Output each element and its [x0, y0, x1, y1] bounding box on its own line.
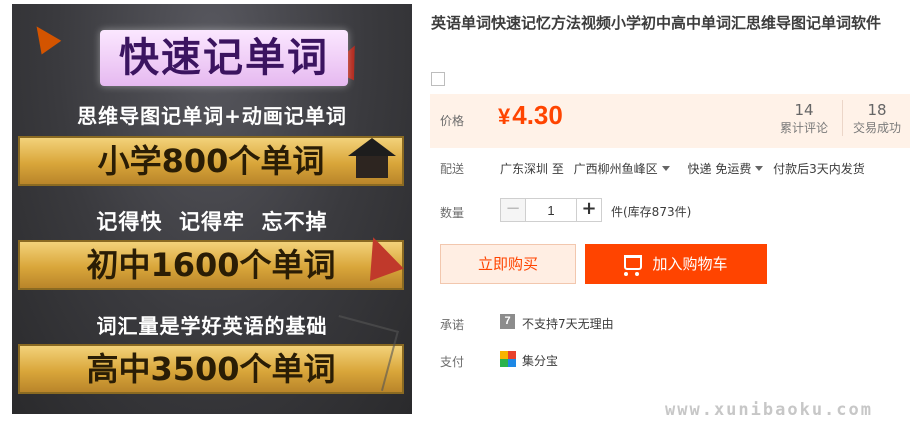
image-bar-1: 小学800个单词	[18, 136, 404, 186]
chevron-down-icon	[661, 166, 670, 171]
image-title: 快速记单词	[119, 35, 329, 81]
delivery-label: 配送	[440, 162, 465, 176]
pavilion-icon	[348, 138, 396, 178]
sales-label: 交易成功	[852, 121, 901, 135]
currency-symbol: ¥	[498, 104, 511, 129]
add-to-cart-label: 加入购物车	[652, 255, 728, 273]
delivery-row: 广东深圳 至 广西柳州鱼峰区 快递 免运费 付款后3天内发货	[500, 160, 865, 177]
image-line-1: 思维导图记单词+动画记单词	[77, 104, 347, 128]
delivery-from: 广东深圳 至	[500, 162, 564, 176]
reviews-count: 14	[794, 101, 814, 119]
shipping-method-select[interactable]: 快递 免运费	[688, 162, 770, 176]
sales-count: 18	[867, 101, 887, 119]
watermark: www.xunibaoku.com	[665, 400, 873, 420]
payment-method: 集分宝	[522, 354, 559, 368]
ship-time: 付款后3天内发货	[773, 162, 865, 176]
add-to-cart-button[interactable]: 加入购物车	[585, 244, 767, 284]
reviews-stat[interactable]: 14 累计评论	[770, 100, 838, 136]
image-bar-2-text: 初中1600个单词	[86, 246, 336, 284]
quantity-label: 数量	[440, 206, 465, 220]
price-label: 价格	[440, 114, 465, 128]
price-amount: 4.30	[512, 100, 563, 130]
price-value: ¥4.30	[498, 100, 563, 131]
no-return-icon: 7	[500, 314, 515, 329]
promise-text[interactable]: 不支持7天无理由	[522, 315, 614, 332]
image-title-banner: 快速记单词	[100, 30, 348, 86]
quantity-decrease-button[interactable]: −	[500, 198, 526, 222]
stock-info: 件(库存873件)	[611, 205, 692, 219]
product-image[interactable]: 快速记单词 思维导图记单词+动画记单词 小学800个单词 记得快 记得牢 忘不掉…	[12, 4, 412, 414]
payment-label: 支付	[440, 355, 465, 369]
image-bar-2: 初中1600个单词	[18, 240, 404, 290]
promise-label: 承诺	[440, 318, 465, 332]
quantity-input[interactable]	[525, 198, 577, 222]
delivery-destination: 广西柳州鱼峰区	[573, 162, 658, 176]
reviews-label: 累计评论	[779, 121, 828, 135]
cart-icon	[624, 255, 643, 276]
buy-now-button[interactable]: 立即购买	[440, 244, 576, 284]
price-box: 价格 ¥4.30 14 累计评论 18 交易成功	[430, 94, 910, 148]
sales-stat: 18 交易成功	[842, 100, 911, 136]
image-line-2: 记得快 记得牢 忘不掉	[96, 210, 328, 234]
product-title: 英语单词快速记忆方法视频小学初中高中单词汇思维导图记单词软件	[431, 14, 882, 32]
delivery-destination-select[interactable]: 广西柳州鱼峰区	[574, 162, 676, 176]
jifenbao-icon	[500, 351, 516, 367]
chevron-down-icon	[755, 166, 764, 171]
shipping-method: 快递 免运费	[687, 162, 752, 176]
image-bar-1-text: 小学800个单词	[97, 142, 325, 180]
compare-checkbox[interactable]	[431, 72, 445, 86]
quantity-increase-button[interactable]: +	[576, 198, 602, 222]
